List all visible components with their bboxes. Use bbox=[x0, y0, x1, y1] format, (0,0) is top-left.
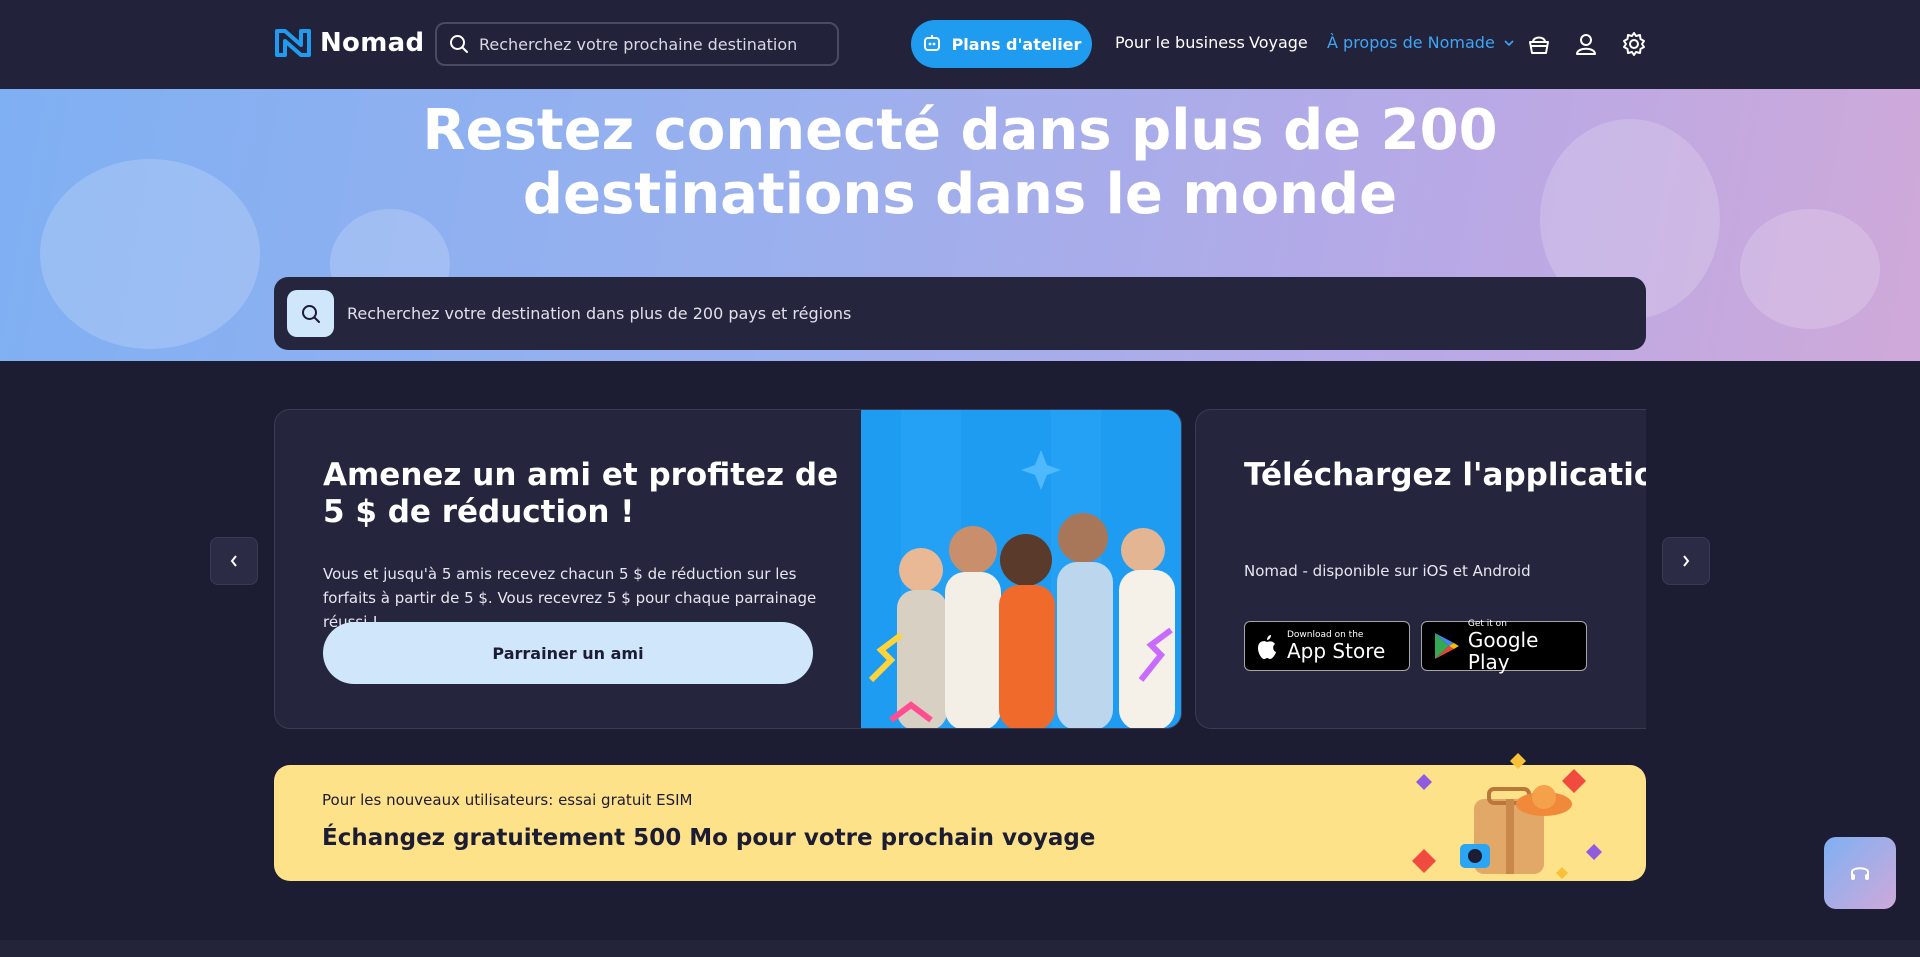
app-store-button[interactable]: Download on the App Store bbox=[1244, 621, 1410, 671]
hero-decoration bbox=[1740, 209, 1880, 329]
luggage-illustration bbox=[1412, 753, 1602, 879]
logo[interactable]: Nomad bbox=[274, 27, 424, 59]
destination-search-input[interactable]: Recherchez votre destination dans plus d… bbox=[274, 277, 1646, 350]
hero-decoration bbox=[40, 159, 260, 349]
header-search-input[interactable]: Recherchez votre prochaine destination bbox=[435, 22, 839, 66]
refer-friend-button[interactable]: Parrainer un ami bbox=[323, 622, 813, 684]
referral-title: Amenez un ami et profitez de 5 $ de rédu… bbox=[323, 457, 839, 530]
nav-travel[interactable]: Voyage bbox=[1249, 33, 1308, 52]
nav-about-label: À propos de Nomade bbox=[1327, 33, 1495, 52]
hero-title: Restez connecté dans plus de 200 destina… bbox=[422, 98, 1498, 227]
support-chat-button[interactable] bbox=[1824, 837, 1896, 909]
friends-illustration bbox=[861, 410, 1181, 728]
chevron-down-icon bbox=[1504, 39, 1514, 46]
app-download-subtitle: Nomad - disponible sur iOS et Android bbox=[1244, 562, 1531, 580]
logo-text: Nomad bbox=[320, 28, 425, 58]
google-play-icon bbox=[1434, 633, 1459, 659]
google-play-button[interactable]: Get it on Google Play bbox=[1421, 619, 1587, 674]
chevron-left-icon bbox=[230, 555, 237, 567]
basket-icon[interactable] bbox=[1526, 31, 1552, 57]
carousel-prev-button[interactable] bbox=[210, 537, 258, 585]
promo-title: Échangez gratuitement 500 Mo pour votre … bbox=[322, 825, 1096, 851]
destination-search-button[interactable] bbox=[287, 290, 334, 337]
promo-subtitle: Pour les nouveaux utilisateurs: essai gr… bbox=[322, 791, 693, 809]
friends-photo bbox=[861, 410, 1181, 728]
top-header: Nomad Recherchez votre prochaine destina… bbox=[0, 0, 1920, 89]
nomad-logo-icon bbox=[275, 29, 311, 57]
robot-icon bbox=[923, 35, 940, 51]
header-search-placeholder: Recherchez votre prochaine destination bbox=[479, 34, 798, 54]
referral-card: Amenez un ami et profitez de 5 $ de rédu… bbox=[274, 409, 1182, 729]
user-icon[interactable] bbox=[1573, 31, 1599, 57]
settings-icon[interactable] bbox=[1621, 31, 1647, 57]
search-icon bbox=[301, 304, 320, 323]
chevron-right-icon bbox=[1683, 555, 1690, 567]
apple-icon bbox=[1258, 635, 1276, 659]
app-download-title: Téléchargez l'application Nomad bbox=[1244, 457, 1646, 493]
esim-trial-banner[interactable]: Pour les nouveaux utilisateurs: essai gr… bbox=[274, 753, 1646, 881]
app-download-card: Téléchargez l'application Nomad Nomad - … bbox=[1195, 409, 1646, 729]
plans-button-label: Plans d'atelier bbox=[951, 34, 1082, 54]
headset-icon bbox=[1851, 867, 1869, 880]
footer-edge bbox=[0, 940, 1920, 957]
google-play-label: Google Play bbox=[1467, 628, 1539, 674]
plans-button[interactable]: Plans d'atelier bbox=[911, 20, 1092, 68]
nav-business[interactable]: Pour le business bbox=[1115, 33, 1245, 52]
carousel-next-button[interactable] bbox=[1662, 537, 1710, 585]
search-icon bbox=[450, 35, 468, 53]
destination-search-placeholder: Recherchez votre destination dans plus d… bbox=[347, 304, 852, 323]
nav-about[interactable]: À propos de Nomade bbox=[1327, 33, 1515, 52]
app-store-label: App Store bbox=[1287, 639, 1386, 663]
